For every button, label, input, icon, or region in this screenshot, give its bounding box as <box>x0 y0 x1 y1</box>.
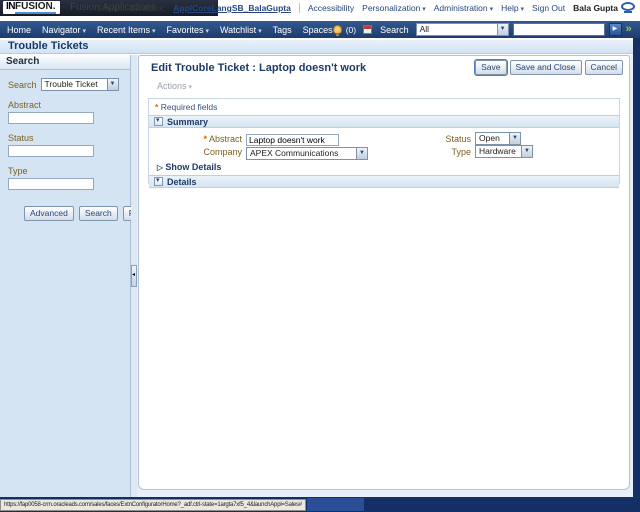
collapse-details-icon[interactable] <box>154 176 163 186</box>
chevron-down-icon[interactable] <box>496 24 508 35</box>
calendar-grid-icon[interactable] <box>363 25 373 34</box>
search-sidebar: Search Search Trouble Ticket Abstract St… <box>0 55 157 497</box>
company-value: APEX Communications <box>250 147 339 158</box>
status-field-label: Status <box>8 133 34 143</box>
nav-home[interactable]: Home <box>7 25 31 35</box>
summary-section-title: Summary <box>167 116 209 127</box>
main-navbar: Home Navigator Recent Items Favorites Wa… <box>0 21 640 38</box>
panel-buttons: Save Save and Close Cancel <box>475 60 623 75</box>
details-section-header: Details <box>149 175 619 188</box>
global-links: Session Sandbox: ApplCoreLangSB_BalaGupt… <box>97 0 618 16</box>
search-label: Search <box>380 24 409 35</box>
session-sandbox-link[interactable]: ApplCoreLangSB_BalaGupta <box>173 3 291 13</box>
notifications-bell-icon[interactable] <box>332 25 342 36</box>
advanced-search-icon[interactable]: » <box>626 24 632 35</box>
company-select[interactable]: APEX Communications <box>246 146 368 160</box>
type-label: Type <box>451 146 471 157</box>
page-title: Trouble Tickets <box>8 40 89 52</box>
search-go-button[interactable] <box>608 23 622 36</box>
page-band: Trouble Tickets <box>0 40 633 54</box>
session-sandbox-label: Session Sandbox: <box>96 3 166 13</box>
status-value: Open <box>479 133 500 143</box>
infusion-logo: INFUSION. <box>3 1 60 14</box>
nav-watchlist[interactable]: Watchlist <box>220 25 262 35</box>
form-row: * Abstract Status Open <box>149 132 619 146</box>
required-fields-note: * Required fields <box>155 102 619 112</box>
sidebar-content: Search Trouble Ticket Abstract Status Ty… <box>0 70 157 221</box>
type-field-label: Type <box>8 166 28 176</box>
saved-search-select[interactable]: Trouble Ticket <box>40 78 119 91</box>
nav-navigator[interactable]: Navigator <box>42 25 86 35</box>
summary-fields: * Abstract Status Open Company <box>149 132 619 161</box>
nav-menu: Home Navigator Recent Items Favorites Wa… <box>0 25 333 35</box>
chevron-down-icon[interactable] <box>356 147 367 159</box>
notification-count: (0) <box>345 24 357 35</box>
status-label: Status <box>445 133 471 144</box>
save-button[interactable]: Save <box>475 60 507 75</box>
cancel-button[interactable]: Cancel <box>584 60 623 75</box>
administration-menu[interactable]: Administration <box>434 3 493 13</box>
type-value: Hardware <box>479 146 516 156</box>
required-note-text: Required fields <box>160 102 218 112</box>
chevron-down-icon[interactable] <box>521 146 532 157</box>
window-right-edge <box>633 38 640 512</box>
actions-menu[interactable]: Actions <box>157 81 192 91</box>
company-label: Company <box>203 146 242 157</box>
type-search-input[interactable] <box>8 178 94 190</box>
saved-search-label: Search <box>8 79 37 90</box>
sidebar-buttons: Advanced Search Reset <box>8 206 157 221</box>
abstract-label-text: Abstract <box>208 133 242 144</box>
chevron-down-icon[interactable] <box>509 133 520 144</box>
accessibility-link[interactable]: Accessibility <box>308 3 354 13</box>
divider <box>298 3 300 13</box>
oracle-logo-icon <box>621 2 635 13</box>
help-menu[interactable]: Help <box>501 3 524 13</box>
app-window: INFUSION. Fusion Applications Session Sa… <box>0 0 640 512</box>
search-scope-select[interactable]: All <box>415 23 509 36</box>
status-bar-segment <box>307 498 364 511</box>
abstract-search-input[interactable] <box>8 112 94 124</box>
global-header: INFUSION. Fusion Applications Session Sa… <box>0 0 640 16</box>
summary-section-header: Summary <box>149 115 619 128</box>
page-body: Search Search Trouble Ticket Abstract St… <box>0 55 640 497</box>
advanced-button[interactable]: Advanced <box>24 206 74 221</box>
nav-search-area: (0) Search All » <box>332 23 640 36</box>
logo-text-prefix: IN <box>6 1 16 12</box>
sign-out-link[interactable]: Sign Out <box>532 3 565 13</box>
status-search-input[interactable] <box>8 145 94 157</box>
abstract-label: * Abstract <box>149 134 246 144</box>
global-search-input[interactable] <box>512 23 605 36</box>
details-section-title: Details <box>167 176 197 187</box>
edit-ticket-title: Edit Trouble Ticket : Laptop doesn't wor… <box>151 62 367 74</box>
nav-tags[interactable]: Tags <box>273 25 292 35</box>
edit-ticket-panel: Edit Trouble Ticket : Laptop doesn't wor… <box>138 55 630 490</box>
logo-text-rest: FUSION. <box>15 1 56 14</box>
show-details-toggle[interactable]: Show Details <box>157 162 619 172</box>
type-select[interactable]: Hardware <box>475 145 533 158</box>
form-row: Company APEX Communications Type Hardwar… <box>149 143 619 161</box>
search-button[interactable]: Search <box>78 206 118 221</box>
chevron-down-icon[interactable] <box>106 79 118 90</box>
user-name: Bala Gupta <box>573 3 618 13</box>
required-asterisk: * <box>155 102 159 112</box>
ticket-form: * Required fields Summary * Abstract <box>148 98 620 188</box>
company-cell: APEX Communications <box>246 143 372 161</box>
nav-recent-items[interactable]: Recent Items <box>97 25 156 35</box>
nav-spaces[interactable]: Spaces <box>303 25 333 35</box>
save-and-close-button[interactable]: Save and Close <box>509 60 582 75</box>
personalization-menu[interactable]: Personalization <box>362 3 426 13</box>
required-asterisk: * <box>203 133 207 144</box>
main-content: Edit Trouble Ticket : Laptop doesn't wor… <box>137 55 633 497</box>
status-select[interactable]: Open <box>475 132 521 145</box>
nav-favorites[interactable]: Favorites <box>167 25 209 35</box>
saved-search-row: Search Trouble Ticket <box>8 78 122 91</box>
collapse-summary-icon[interactable] <box>154 116 163 126</box>
saved-search-value: Trouble Ticket <box>44 79 98 89</box>
abstract-field-label: Abstract <box>8 100 42 110</box>
status-bar-url: https://fap0058-crm.oracleads.com/sales/… <box>0 499 306 511</box>
sidebar-header: Search <box>0 55 130 70</box>
search-scope-value: All <box>419 24 430 34</box>
